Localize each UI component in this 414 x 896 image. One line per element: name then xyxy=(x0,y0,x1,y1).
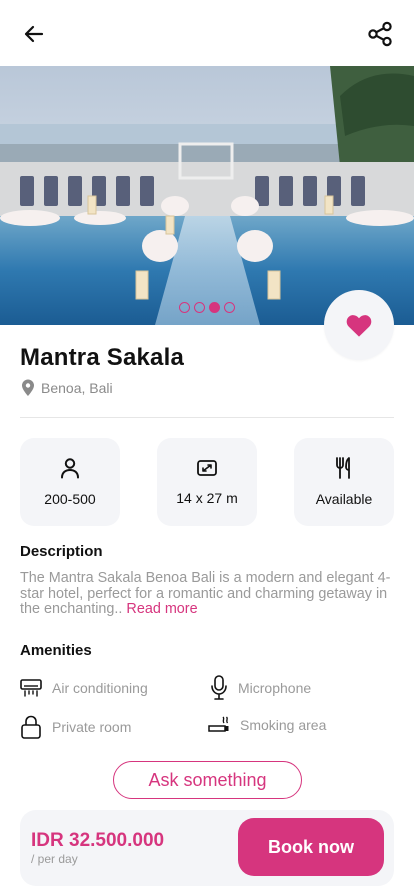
price-unit: / per day xyxy=(31,852,78,866)
location-text: Benoa, Bali xyxy=(41,380,113,396)
venue-location: Benoa, Bali xyxy=(20,379,113,397)
venue-photo xyxy=(0,66,414,325)
area-icon xyxy=(197,460,217,476)
description-heading: Description xyxy=(20,543,103,560)
capacity-card: 200-500 xyxy=(20,438,120,526)
booking-bar: IDR 32.500.000 / per day Book now xyxy=(20,810,394,886)
book-now-button[interactable]: Book now xyxy=(238,818,384,876)
carousel-dot-1[interactable] xyxy=(179,302,190,313)
amenity-label: Microphone xyxy=(238,680,312,696)
amenity-smoking-area: Smoking area xyxy=(208,715,326,735)
area-value: 14 x 27 m xyxy=(176,490,238,506)
lock-icon xyxy=(21,715,41,739)
arrow-left-icon xyxy=(24,25,44,43)
carousel-dot-2[interactable] xyxy=(194,302,205,313)
area-card: 14 x 27 m xyxy=(157,438,257,526)
catering-value: Available xyxy=(315,491,373,507)
capacity-value: 200-500 xyxy=(44,491,96,507)
amenities-heading: Amenities xyxy=(20,642,92,659)
description-body: The Mantra Sakala Benoa Bali is a modern… xyxy=(20,570,391,618)
carousel-dot-4[interactable] xyxy=(224,302,235,313)
read-more-link[interactable]: Read more xyxy=(122,601,197,617)
price-value: IDR 32.500.000 xyxy=(31,830,165,851)
catering-card: Available xyxy=(294,438,394,526)
amenity-label: Air conditioning xyxy=(52,680,148,696)
top-bar xyxy=(0,0,414,66)
back-button[interactable] xyxy=(18,18,50,50)
air-conditioner-icon xyxy=(20,679,42,697)
ask-something-button[interactable]: Ask something xyxy=(113,761,302,799)
location-pin-icon xyxy=(22,379,34,396)
utensils-icon xyxy=(336,457,350,479)
heart-icon xyxy=(346,315,372,337)
divider xyxy=(20,417,394,418)
smoking-icon xyxy=(208,716,229,732)
amenity-private-room: Private room xyxy=(20,715,131,739)
person-icon xyxy=(61,458,79,479)
venue-specs: 200-500 14 x 27 m Available xyxy=(20,438,394,526)
hero-image[interactable] xyxy=(0,66,414,325)
favorite-button[interactable] xyxy=(324,290,394,360)
description-text: The Mantra Sakala Benoa Bali is a modern… xyxy=(20,570,396,618)
microphone-icon xyxy=(211,675,227,700)
share-icon xyxy=(368,21,392,47)
amenity-air-conditioning: Air conditioning xyxy=(20,678,148,698)
amenity-microphone: Microphone xyxy=(210,675,311,701)
amenity-label: Smoking area xyxy=(240,717,327,733)
share-button[interactable] xyxy=(364,18,396,50)
venue-name: Mantra Sakala xyxy=(20,344,185,371)
amenity-label: Private room xyxy=(52,719,132,735)
carousel-dot-3-active[interactable] xyxy=(209,302,220,313)
